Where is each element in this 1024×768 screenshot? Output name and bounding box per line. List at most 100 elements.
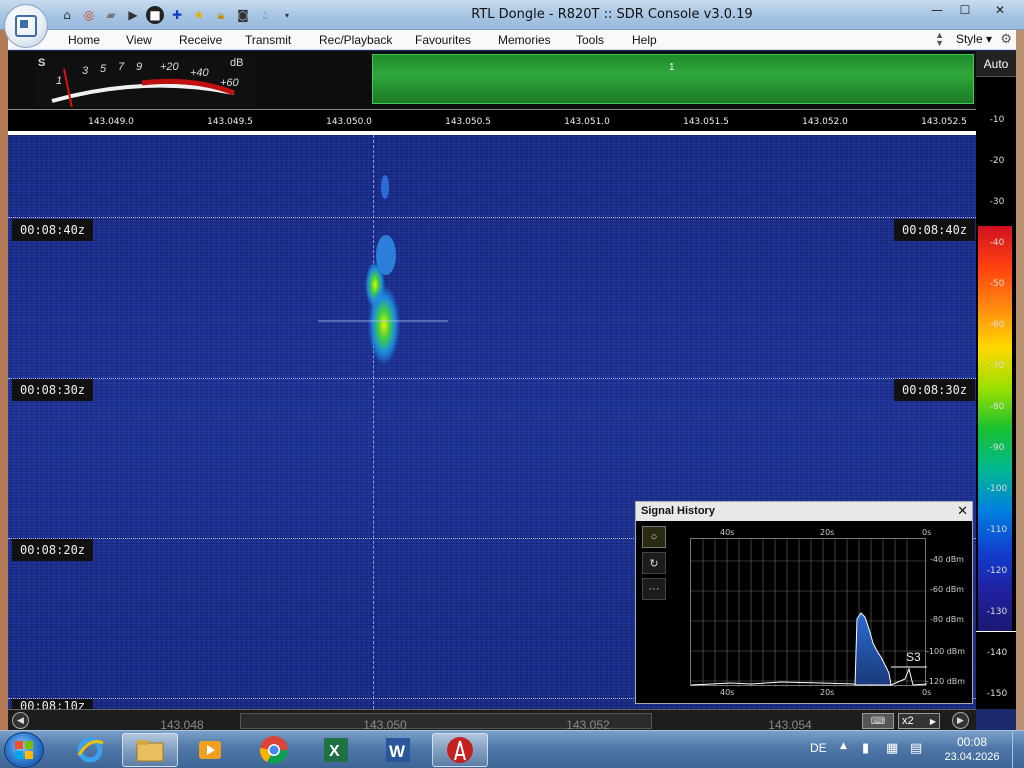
maximize-button[interactable]: ☐ [952, 0, 978, 20]
db-label: -150 [986, 689, 1008, 699]
s-meter-tick: 9 [136, 61, 143, 73]
style-dropdown[interactable]: Style ▾ [956, 32, 992, 46]
s-level-label: S3 [906, 650, 921, 664]
time-tag-right: 00:08:30z [894, 379, 976, 401]
close-icon[interactable]: ✕ [957, 503, 968, 519]
settings-gear-icon[interactable]: ⚙ [1000, 31, 1012, 47]
db-label: -10 [989, 115, 1005, 125]
style-label: Style [955, 32, 983, 46]
menu-bar: Home View Receive Transmit Rec/Playback … [8, 30, 1016, 50]
menu-tools[interactable]: Tools [576, 33, 604, 47]
s-meter-db-label: dB [230, 57, 244, 69]
db-threshold-line[interactable] [976, 631, 1016, 632]
time-axis-top-label: 20s [820, 528, 835, 537]
media-logo [199, 741, 221, 759]
volume-icon[interactable]: ▤ [910, 741, 922, 756]
language-indicator[interactable]: DE [810, 741, 827, 755]
signal-history-plot [690, 538, 928, 687]
style-spinner-icon[interactable]: ▲ ▼ [935, 31, 944, 48]
db-label: -30 [989, 197, 1005, 207]
tray-app-icon[interactable]: ▮ [862, 741, 869, 756]
frequency-scrollbar[interactable]: ◀ 143.048 143.050 143.052 143.054 ⌨ x2 ▶ … [8, 709, 976, 732]
s-meter: S 1 3 5 7 9 +20 +40 +60 dB [34, 53, 256, 107]
time-tag-left: 00:08:20z [12, 539, 94, 561]
record-button[interactable]: ○ [642, 526, 666, 548]
windows-logo-icon [15, 741, 33, 759]
menu-memories[interactable]: Memories [498, 33, 551, 47]
more-options-button[interactable]: ··· [642, 578, 666, 600]
time-axis-bottom-label: 40s [720, 688, 735, 697]
s-meter-tick: +60 [220, 77, 239, 89]
s-meter-tick: +40 [190, 67, 209, 79]
window-frame-left [0, 30, 8, 730]
sdr-logo [447, 737, 473, 763]
show-desktop-button[interactable] [1012, 731, 1024, 768]
db-label: -50 [989, 279, 1005, 289]
auto-button[interactable]: Auto [976, 51, 1016, 77]
svg-text:W: W [389, 742, 406, 761]
scroll-right-button[interactable]: ▶ [952, 712, 969, 729]
scroll-left-button[interactable]: ◀ [12, 712, 29, 729]
clock-date[interactable]: 23.04.2026 [940, 751, 1004, 763]
minimize-button[interactable]: — [924, 0, 950, 20]
freq-label: 143.049.5 [207, 117, 253, 127]
time-gridline [8, 217, 976, 218]
time-axis-top-label: 40s [720, 528, 735, 537]
file-explorer-icon[interactable] [122, 733, 178, 767]
frequency-ruler[interactable]: 143.049.0 143.049.5 143.050.0 143.050.5 … [8, 109, 976, 131]
menu-receive[interactable]: Receive [179, 33, 222, 47]
db-label: -20 [989, 156, 1005, 166]
level-axis-label: -40 dBm [930, 555, 964, 564]
signal-history-graph [690, 539, 928, 687]
s-meter-tick: 5 [100, 63, 107, 75]
internet-explorer-icon[interactable] [62, 733, 118, 767]
word-logo: W [386, 738, 410, 762]
zoom-arrow-icon: ▶ [929, 716, 936, 726]
freq-label: 143.052.0 [802, 117, 848, 127]
time-axis-top-label: 0s [922, 528, 932, 537]
db-label: -120 [986, 566, 1008, 576]
menu-transmit[interactable]: Transmit [245, 33, 291, 47]
chrome-icon[interactable] [246, 733, 302, 767]
s-meter-label-s: S [38, 57, 46, 69]
window-controls: — ☐ ✕ [924, 0, 1020, 20]
db-label: -110 [986, 525, 1008, 535]
clock-time[interactable]: 00:08 [944, 735, 1000, 749]
db-label: -140 [986, 648, 1008, 658]
word-icon[interactable]: W [370, 733, 426, 767]
signal-history-title-text: Signal History [641, 505, 715, 517]
time-tag-right: 00:08:40z [894, 219, 976, 241]
freq-label: 143.050.5 [445, 117, 491, 127]
menu-favourites[interactable]: Favourites [415, 33, 471, 47]
start-button[interactable] [4, 732, 44, 768]
excel-icon[interactable]: X [308, 733, 364, 767]
db-label: -70 [989, 361, 1005, 371]
menu-help[interactable]: Help [632, 33, 657, 47]
tray-expand-icon[interactable]: ▲ [840, 741, 847, 751]
level-axis-label: -60 dBm [930, 585, 964, 594]
media-player-icon[interactable] [182, 733, 238, 767]
menu-view[interactable]: View [126, 33, 152, 47]
close-button[interactable]: ✕ [980, 0, 1020, 20]
freq-label: 143.051.0 [564, 117, 610, 127]
menu-home[interactable]: Home [68, 33, 100, 47]
time-axis-bottom-label: 0s [922, 688, 932, 697]
freq-label: 143.052.5 [921, 117, 967, 127]
menu-rec-playback[interactable]: Rec/Playback [319, 33, 392, 47]
app-menu-button[interactable] [4, 4, 48, 48]
title-bar: ⌂ ◎ ▰ ▶ ■ ✚ ★ 🔒︎ ◙ 💧︎ ▾ RTL Dongle - R82… [0, 0, 1024, 30]
keyboard-icon[interactable]: ⌨ [862, 713, 894, 729]
svg-text:X: X [329, 743, 340, 760]
network-icon[interactable]: ▦ [886, 741, 898, 756]
db-label: -60 [989, 320, 1005, 330]
s-meter-tick: 1 [56, 75, 63, 87]
reset-button[interactable]: ↻ [642, 552, 666, 574]
excel-logo: X [324, 738, 348, 762]
zoom-button[interactable]: x2 ▶ [898, 713, 940, 729]
zoom-label: x2 [902, 715, 914, 727]
signal-history-title: Signal History [636, 502, 972, 521]
db-scale: Auto -10 -20 -30 -40 -50 -60 -70 -80 -90… [976, 51, 1016, 709]
db-label: -130 [986, 607, 1008, 617]
sdr-console-icon[interactable] [432, 733, 488, 767]
app-logo-icon [15, 15, 37, 37]
